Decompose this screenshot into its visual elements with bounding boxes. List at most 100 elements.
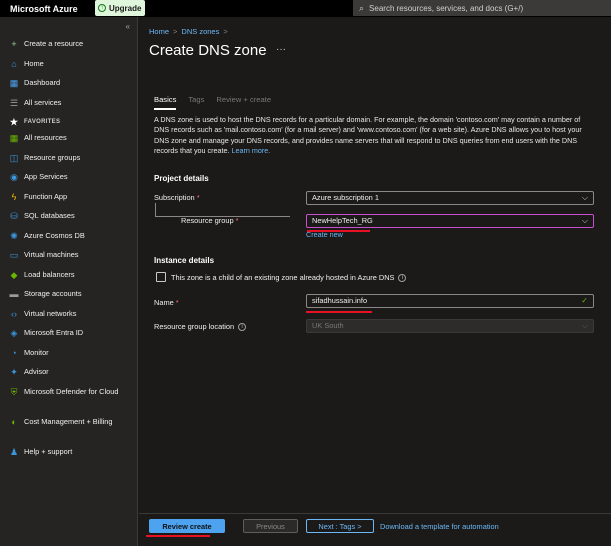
info-icon[interactable]: i <box>238 323 247 332</box>
app-services-icon: ◉ <box>10 172 18 182</box>
sidebar-item-label: Cost Management + Billing <box>24 416 113 426</box>
sidebar-item-home[interactable]: ⌂ Home <box>0 59 138 79</box>
next-tags-button[interactable]: Next : Tags > <box>306 519 374 533</box>
sidebar: « + Create a resource ⌂ Home ▦ Dashboard ☰ All … <box>0 17 138 546</box>
favorites-section-header: ★ FAVORITES <box>0 117 138 133</box>
sidebar-item-cost-management-billing[interactable]: ◐ Cost Management + Billing <box>0 417 138 447</box>
tab-review-create[interactable]: Review + create <box>216 95 271 110</box>
resource-group-select[interactable]: NewHelpTech_RG ⌵ <box>306 214 594 228</box>
dashboard-icon: ▦ <box>9 78 19 88</box>
review-create-button[interactable]: Review create <box>149 519 225 533</box>
location-select: UK South ⌵ <box>306 319 594 333</box>
chevron-down-icon: ⌵ <box>581 216 588 225</box>
storage-account-icon: ▬ <box>9 289 19 299</box>
resource-group-icon: ◫ <box>9 152 19 163</box>
global-search-input[interactable]: ⌕ Search resources, services, and docs (… <box>353 0 611 16</box>
main-content: Home > DNS zones > Create DNS zone ··· Basi… <box>139 17 611 546</box>
sidebar-item-label: Create a resource <box>24 39 84 48</box>
annotation-underline <box>306 311 372 313</box>
upgrade-label: Upgrade <box>109 3 142 13</box>
sql-database-icon: ⛁ <box>10 211 18 221</box>
location-label: Resource group location i <box>154 322 247 332</box>
subscription-label: Subscription * <box>154 193 200 202</box>
name-input[interactable]: sifadhussain.info ✓ <box>306 294 594 308</box>
breadcrumb-home[interactable]: Home <box>149 27 169 36</box>
sidebar-item-label: Virtual networks <box>24 308 77 318</box>
subscription-select[interactable]: Azure subscription 1 ⌵ <box>306 191 594 205</box>
sidebar-item-label: App Services <box>24 172 68 181</box>
previous-button[interactable]: Previous <box>243 519 298 533</box>
search-placeholder: Search resources, services, and docs (G+… <box>369 3 524 13</box>
sidebar-item-sql-databases[interactable]: ⛁ SQL databases <box>0 211 138 231</box>
chevron-down-icon: ⌵ <box>581 193 588 202</box>
sidebar-item-label: Advisor <box>24 367 49 376</box>
sidebar-item-label: Microsoft Entra ID <box>24 328 84 337</box>
page-title: Create DNS zone <box>149 42 267 59</box>
monitor-icon: ◔ <box>11 347 17 358</box>
sidebar-item-monitor[interactable]: ◔ Monitor <box>0 348 138 368</box>
checkmark-icon: ✓ <box>581 296 588 305</box>
sidebar-item-storage-accounts[interactable]: ▬ Storage accounts <box>0 289 138 309</box>
sidebar-item-label: All services <box>24 97 62 107</box>
breadcrumb-separator: > <box>173 27 178 36</box>
sidebar-item-all-services[interactable]: ☰ All services <box>0 98 138 118</box>
learn-more-link[interactable]: Learn more. <box>232 146 271 155</box>
sidebar-item-microsoft-defender-for-cloud[interactable]: ⛨ Microsoft Defender for Cloud <box>0 387 138 417</box>
sidebar-item-function-app[interactable]: ϟ Function App <box>0 192 138 212</box>
name-value: sifadhussain.info <box>312 296 368 305</box>
instance-details-heading: Instance details <box>154 256 215 265</box>
annotation-underline <box>307 230 370 232</box>
description-text: A DNS zone is used to host the DNS recor… <box>154 115 582 155</box>
required-marker: * <box>235 216 239 225</box>
sidebar-item-azure-cosmos-db[interactable]: ✺ Azure Cosmos DB <box>0 231 138 251</box>
sidebar-item-label: Home <box>24 58 44 68</box>
sidebar-item-advisor[interactable]: ✦ Advisor <box>0 367 138 387</box>
name-label: Name * <box>154 298 179 307</box>
project-details-heading: Project details <box>154 174 209 183</box>
info-icon[interactable]: i <box>398 274 407 283</box>
sidebar-item-label: Virtual machines <box>24 250 79 259</box>
list-icon: ☰ <box>9 97 19 108</box>
sidebar-item-dashboard[interactable]: ▦ Dashboard <box>0 78 138 98</box>
location-label-text: Resource group location <box>154 322 235 331</box>
sidebar-item-virtual-networks[interactable]: ‹› Virtual networks <box>0 309 138 329</box>
download-template-link[interactable]: Download a template for automation <box>380 522 499 531</box>
resource-group-value: NewHelpTech_RG <box>312 216 373 225</box>
home-icon: ⌂ <box>11 58 17 69</box>
tree-connector <box>155 203 156 216</box>
sidebar-item-label: Resource groups <box>24 152 81 162</box>
azure-brand[interactable]: Microsoft Azure <box>0 4 93 14</box>
tab-basics[interactable]: Basics <box>154 95 177 110</box>
function-app-icon: ϟ <box>11 191 17 202</box>
child-zone-checkbox[interactable] <box>156 272 166 282</box>
sidebar-item-create-a-resource[interactable]: + Create a resource <box>0 39 138 59</box>
tab-tags[interactable]: Tags <box>188 95 204 110</box>
collapse-sidebar-icon[interactable]: « <box>126 22 130 31</box>
upgrade-arrow-icon: ↑ <box>98 4 106 12</box>
breadcrumb-dns-zones[interactable]: DNS zones <box>181 27 219 36</box>
help-icon: ♟ <box>9 446 19 457</box>
entra-id-icon: ◈ <box>10 328 18 338</box>
child-zone-label-text: This zone is a child of an existing zone… <box>171 273 395 282</box>
location-value: UK South <box>312 321 344 330</box>
description: A DNS zone is used to host the DNS recor… <box>154 115 594 156</box>
sidebar-item-label: FAVORITES <box>24 119 61 125</box>
sidebar-item-label: Help + support <box>24 446 73 456</box>
upgrade-button[interactable]: ↑ Upgrade <box>95 0 145 16</box>
star-icon: ★ <box>9 117 19 127</box>
sidebar-item-resource-groups[interactable]: ◫ Resource groups <box>0 153 138 173</box>
sidebar-item-load-balancers[interactable]: ◆ Load balancers <box>0 270 138 290</box>
more-options-icon[interactable]: ··· <box>276 44 286 55</box>
required-marker: * <box>175 298 179 307</box>
wizard-footer: Review create Previous Next : Tags > Dow… <box>139 513 611 546</box>
sidebar-item-microsoft-entra-id[interactable]: ◈ Microsoft Entra ID <box>0 328 138 348</box>
sidebar-item-all-resources[interactable]: ▦ All resources <box>0 133 138 153</box>
sidebar-item-virtual-machines[interactable]: ▭ Virtual machines <box>0 250 138 270</box>
cosmos-db-icon: ✺ <box>10 230 18 241</box>
sidebar-item-label: SQL databases <box>24 211 75 220</box>
sidebar-item-app-services[interactable]: ◉ App Services <box>0 172 138 192</box>
sidebar-item-help-support[interactable]: ♟ Help + support <box>0 447 138 467</box>
defender-icon: ⛨ <box>10 386 18 397</box>
sidebar-item-label: Function App <box>24 191 68 201</box>
cost-management-icon: ◐ <box>11 416 17 427</box>
